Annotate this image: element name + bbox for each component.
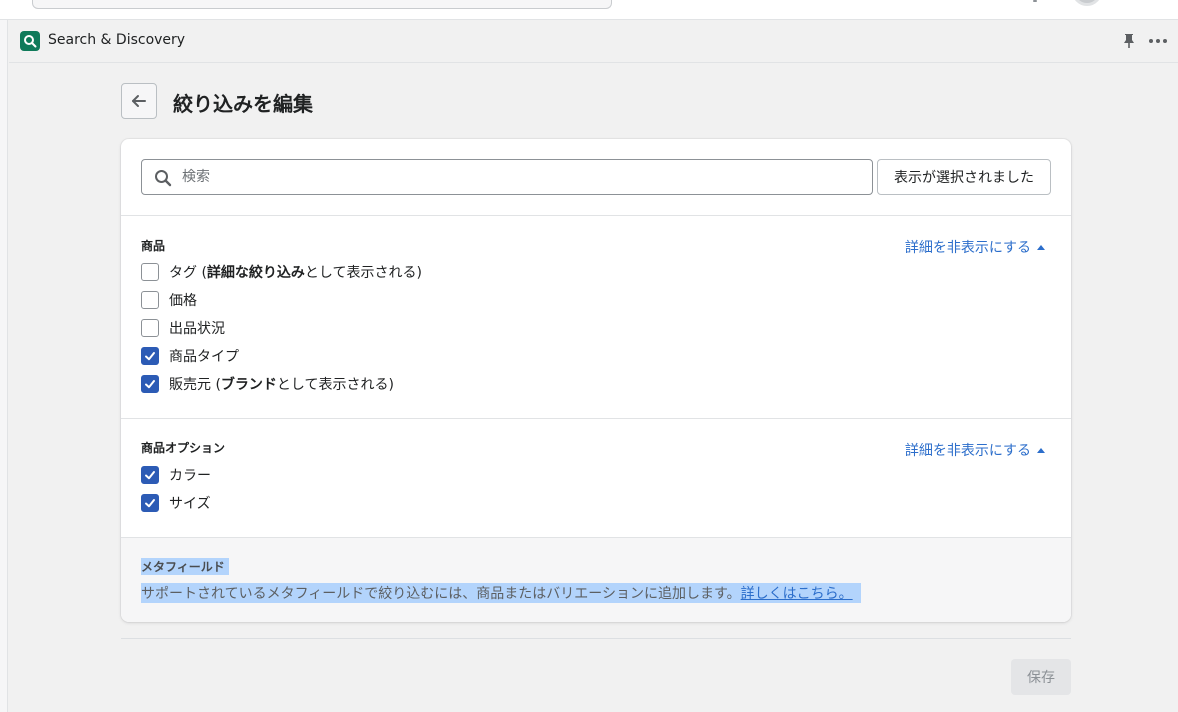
option-label: 販売元 (ブランドとして表示される) bbox=[169, 377, 394, 393]
admin-topbar bbox=[0, 0, 1178, 20]
checkmark-icon bbox=[145, 499, 155, 508]
app-bar: Search & Discovery bbox=[9, 20, 1178, 63]
filter-option[interactable]: サイズ bbox=[141, 493, 211, 513]
search-input[interactable] bbox=[182, 160, 862, 194]
divider bbox=[121, 215, 1071, 216]
option-label: 商品タイプ bbox=[169, 349, 239, 365]
filter-option[interactable]: 出品状況 bbox=[141, 318, 225, 338]
checkmark-icon bbox=[145, 352, 155, 361]
filters-card: 表示が選択されました 商品 詳細を非表示にする タグ (詳細な絞り込みとして表示… bbox=[121, 139, 1071, 622]
product-hide-details-link[interactable]: 詳細を非表示にする bbox=[905, 237, 1045, 257]
save-button[interactable]: 保存 bbox=[1011, 659, 1071, 695]
option-label: 価格 bbox=[169, 293, 197, 309]
filter-option[interactable]: 商品タイプ bbox=[141, 346, 239, 366]
variant-hide-details-link[interactable]: 詳細を非表示にする bbox=[905, 440, 1045, 460]
pin-icon[interactable] bbox=[1121, 32, 1137, 50]
variant-section-heading: 商品オプション bbox=[141, 441, 226, 455]
checkbox-checked[interactable] bbox=[141, 494, 159, 512]
arrow-left-icon bbox=[132, 95, 146, 107]
metafields-text: サポートされているメタフィールドで絞り込むには、商品またはバリエーションに追加し… bbox=[141, 586, 741, 602]
checkbox-checked[interactable] bbox=[141, 347, 159, 365]
back-button[interactable] bbox=[121, 83, 157, 119]
metafields-description: サポートされているメタフィールドで絞り込むには、商品またはバリエーションに追加し… bbox=[141, 583, 861, 603]
checkmark-icon bbox=[145, 471, 155, 480]
checkmark-icon bbox=[145, 380, 155, 389]
footer-divider bbox=[121, 638, 1071, 639]
filter-option[interactable]: カラー bbox=[141, 465, 211, 485]
more-actions-icon[interactable] bbox=[1147, 33, 1169, 49]
option-label: 出品状況 bbox=[169, 321, 225, 337]
toggle-label: 詳細を非表示にする bbox=[904, 443, 1031, 459]
option-label: タグ (詳細な絞り込みとして表示される) bbox=[169, 265, 422, 281]
filter-option[interactable]: 販売元 (ブランドとして表示される) bbox=[141, 374, 394, 394]
notification-icon[interactable] bbox=[1033, 0, 1037, 2]
checkbox-unchecked[interactable] bbox=[141, 291, 159, 309]
search-field[interactable] bbox=[141, 159, 873, 195]
checkbox-checked[interactable] bbox=[141, 466, 159, 484]
left-sidebar-edge bbox=[0, 20, 8, 712]
caret-up-icon bbox=[1037, 447, 1045, 453]
option-label: サイズ bbox=[169, 496, 211, 512]
search-discovery-app-icon bbox=[20, 31, 40, 51]
metafields-heading: メタフィールド bbox=[141, 558, 229, 575]
divider bbox=[121, 418, 1071, 419]
learn-more-link[interactable]: 詳しくはこちら。 bbox=[741, 586, 853, 602]
checkbox-unchecked[interactable] bbox=[141, 263, 159, 281]
checkbox-checked[interactable] bbox=[141, 375, 159, 393]
metafields-section: メタフィールド サポートされているメタフィールドで絞り込むには、商品またはバリエ… bbox=[121, 537, 1071, 622]
checkbox-unchecked[interactable] bbox=[141, 319, 159, 337]
product-section-heading: 商品 bbox=[141, 239, 166, 253]
avatar[interactable] bbox=[1072, 0, 1102, 6]
filter-option[interactable]: 価格 bbox=[141, 290, 197, 310]
option-label: カラー bbox=[169, 468, 211, 484]
toggle-label: 詳細を非表示にする bbox=[904, 240, 1031, 256]
show-selected-button[interactable]: 表示が選択されました bbox=[877, 159, 1051, 195]
filter-option[interactable]: タグ (詳細な絞り込みとして表示される) bbox=[141, 262, 422, 282]
caret-up-icon bbox=[1037, 244, 1045, 250]
search-icon bbox=[155, 170, 172, 187]
page-title: 絞り込みを編集 bbox=[173, 92, 313, 116]
app-title: Search & Discovery bbox=[48, 32, 186, 48]
admin-search-bar[interactable] bbox=[32, 0, 612, 9]
